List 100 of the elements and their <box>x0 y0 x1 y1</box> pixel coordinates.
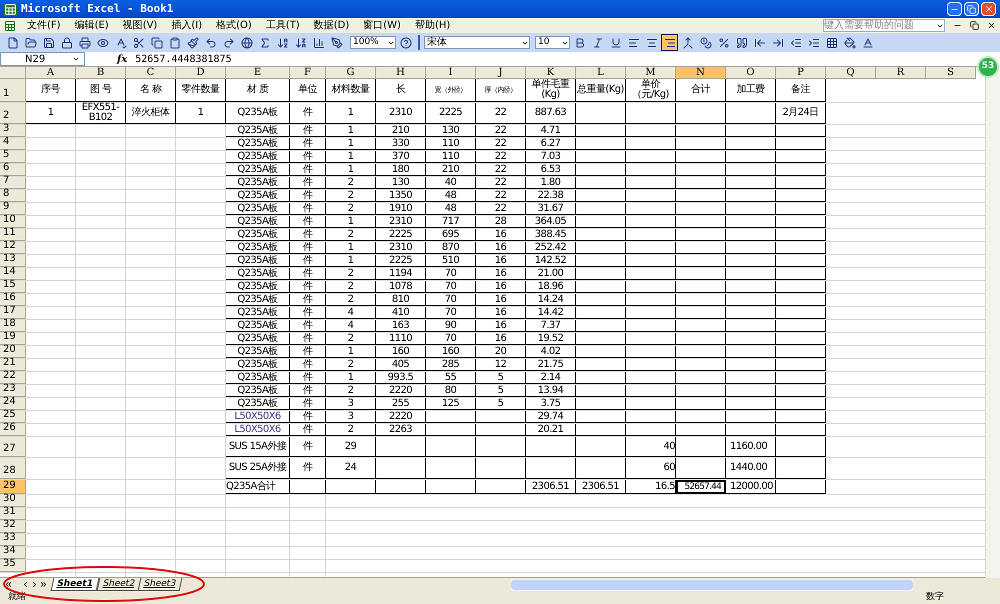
column-header[interactable]: A <box>26 67 76 79</box>
font-size-field[interactable]: 10 <box>535 36 570 49</box>
table-cell: 2225 <box>426 103 476 124</box>
table-cell: 70 <box>426 281 476 293</box>
column-header[interactable]: S <box>926 67 976 79</box>
row-header[interactable]: 10 <box>0 216 26 228</box>
function-label[interactable]: fx <box>117 52 128 66</box>
close-button[interactable] <box>981 2 996 16</box>
column-header[interactable]: G <box>326 67 376 79</box>
table-cell <box>776 190 826 202</box>
table-cell: 件 <box>290 411 326 423</box>
last-sheet-icon[interactable] <box>39 580 48 589</box>
column-header[interactable]: L <box>576 67 626 79</box>
column-header[interactable]: I <box>426 67 476 79</box>
row-header[interactable]: 29 <box>0 480 26 494</box>
column-header[interactable]: H <box>376 67 426 79</box>
row-header[interactable]: 27 <box>0 437 26 457</box>
row-header[interactable]: 16 <box>0 294 26 306</box>
minimize-button[interactable] <box>947 2 962 16</box>
row-header[interactable]: 28 <box>0 458 26 479</box>
horizontal-scrollbar[interactable] <box>511 578 914 590</box>
row-header[interactable]: 17 <box>0 307 26 319</box>
row-header[interactable]: 8 <box>0 190 26 202</box>
row-header[interactable]: 20 <box>0 346 26 358</box>
row-header[interactable]: 24 <box>0 398 26 410</box>
zoom-field[interactable]: 100% <box>350 36 396 49</box>
caret-icon <box>72 55 80 63</box>
row-header[interactable]: 34 <box>0 547 26 559</box>
menu-item[interactable]: 格式(O) <box>209 18 259 33</box>
row-header[interactable]: 31 <box>0 508 26 520</box>
align-right-icon[interactable] <box>661 34 678 51</box>
row-header[interactable]: 7 <box>0 177 26 189</box>
row-header[interactable]: 21 <box>0 359 26 371</box>
column-header[interactable]: P <box>776 67 826 79</box>
row-header[interactable]: 22 <box>0 372 26 384</box>
row-header[interactable]: 26 <box>0 424 26 436</box>
menu-item[interactable]: 插入(I) <box>164 18 210 33</box>
row-header[interactable]: 32 <box>0 521 26 533</box>
menu-item[interactable]: 工具(T) <box>258 18 307 33</box>
table-cell <box>576 268 626 280</box>
column-header[interactable]: N <box>676 67 726 79</box>
font-field[interactable]: 宋体 <box>424 36 530 49</box>
sheet-tab[interactable]: Sheet2 <box>96 578 141 591</box>
row-header[interactable]: 23 <box>0 385 26 397</box>
excel-logo-icon[interactable] <box>4 20 16 32</box>
first-sheet-icon[interactable] <box>4 580 13 589</box>
menu-item[interactable]: 视图(V) <box>116 18 164 33</box>
menu-item[interactable]: 窗口(W) <box>356 18 408 33</box>
table-cell: 件 <box>290 229 326 241</box>
formula-field[interactable]: 52657.4448381875 <box>135 52 232 66</box>
table-cell <box>776 398 826 410</box>
column-header[interactable]: B <box>76 67 126 79</box>
row-header[interactable]: 18 <box>0 320 26 332</box>
column-header[interactable]: C <box>126 67 176 79</box>
close-icon[interactable] <box>987 21 996 30</box>
row-header[interactable]: 12 <box>0 242 26 254</box>
table-cell <box>776 216 826 228</box>
column-header[interactable]: D <box>176 67 226 79</box>
name-box[interactable]: N29 <box>0 52 85 66</box>
row-header[interactable]: 1 <box>0 79 26 102</box>
column-header[interactable]: J <box>476 67 526 79</box>
table-cell: 252.42 <box>526 242 576 254</box>
table-cell <box>726 424 776 436</box>
row-header[interactable]: 3 <box>0 125 26 137</box>
row-header[interactable]: 15 <box>0 281 26 293</box>
column-header[interactable]: Q <box>826 67 876 79</box>
row-header[interactable]: 13 <box>0 255 26 267</box>
table-cell: 210 <box>426 164 476 176</box>
table-cell: 2 <box>326 294 376 306</box>
row-header[interactable]: 30 <box>0 495 26 507</box>
column-header[interactable]: R <box>876 67 926 79</box>
menu-item[interactable]: 编辑(E) <box>68 18 116 33</box>
menu-item[interactable]: 文件(F) <box>20 18 68 33</box>
row-header[interactable]: 33 <box>0 534 26 546</box>
sheet-tab[interactable]: Sheet3 <box>138 578 183 591</box>
restore-icon[interactable] <box>970 21 979 30</box>
help-search-field[interactable]: 键入需要帮助的问题 <box>823 19 945 32</box>
table-cell: Q235A板 <box>226 190 290 202</box>
column-header[interactable]: M <box>626 67 676 79</box>
previous-sheet-icon[interactable] <box>21 580 30 589</box>
menu-item[interactable]: 数据(D) <box>306 18 356 33</box>
next-sheet-icon[interactable] <box>30 580 39 589</box>
row-header[interactable]: 4 <box>0 138 26 150</box>
row-header[interactable]: 6 <box>0 164 26 176</box>
row-header[interactable]: 25 <box>0 411 26 423</box>
column-header[interactable]: O <box>726 67 776 79</box>
table-cell <box>576 177 626 189</box>
row-header[interactable]: 14 <box>0 268 26 280</box>
row-header[interactable]: 35 <box>0 560 26 572</box>
column-header[interactable]: E <box>226 67 290 79</box>
restore-button[interactable] <box>964 2 979 16</box>
row-header[interactable]: 5 <box>0 151 26 163</box>
sheet-tab[interactable]: Sheet1 <box>50 578 100 591</box>
row-header[interactable]: 9 <box>0 203 26 215</box>
column-header[interactable]: F <box>290 67 326 79</box>
row-header[interactable]: 2 <box>0 103 26 124</box>
menu-item[interactable]: 帮助(H) <box>408 18 458 33</box>
row-header[interactable]: 19 <box>0 333 26 345</box>
row-header[interactable]: 11 <box>0 229 26 241</box>
column-header[interactable]: K <box>526 67 576 79</box>
